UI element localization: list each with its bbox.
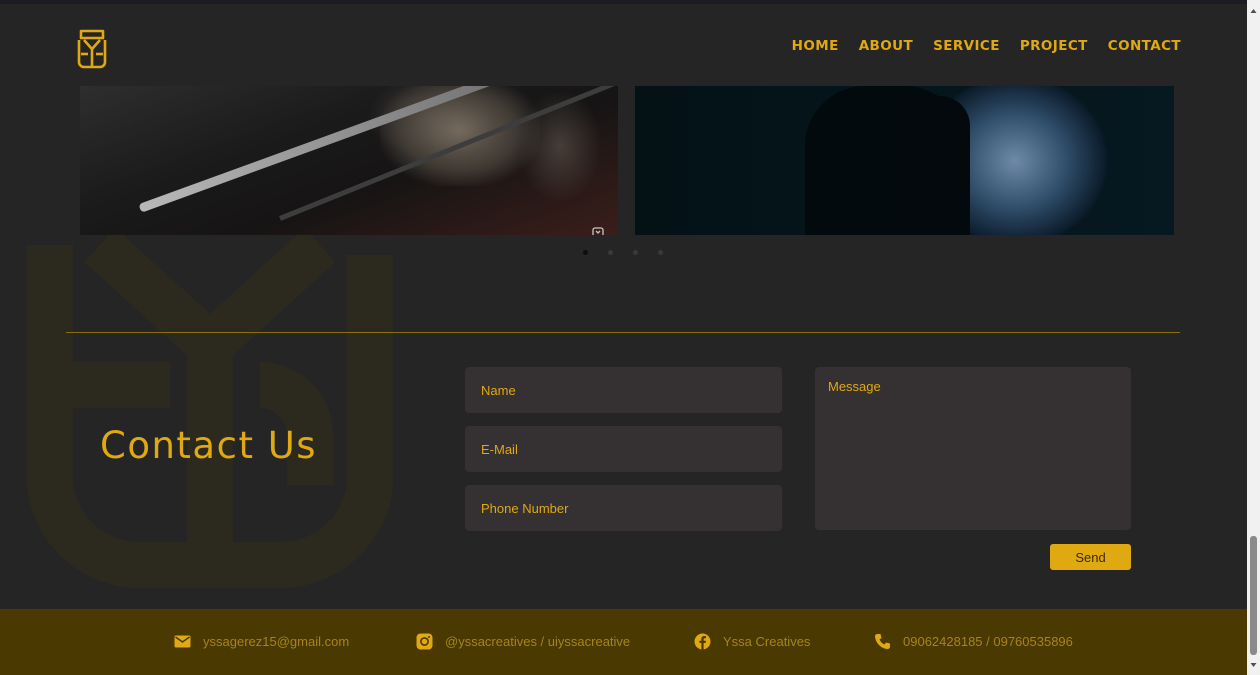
gallery-photo-staircase[interactable] <box>80 86 618 235</box>
carousel-dot-3[interactable] <box>633 250 638 255</box>
instagram-icon <box>416 633 433 650</box>
carousel-dot-1[interactable] <box>583 250 588 255</box>
section-divider <box>66 332 1180 333</box>
nav-project[interactable]: PROJECT <box>1020 38 1088 54</box>
nav-home[interactable]: HOME <box>792 38 839 54</box>
scroll-up-arrow-icon[interactable] <box>1247 4 1260 18</box>
facebook-icon <box>694 633 711 650</box>
name-field[interactable] <box>465 367 782 413</box>
carousel-dot-4[interactable] <box>658 250 663 255</box>
photo-silhouette-2 <box>900 96 970 235</box>
carousel-dots <box>583 250 663 255</box>
email-field[interactable] <box>465 426 782 472</box>
footer-email[interactable]: yssagerez15@gmail.com <box>174 633 349 650</box>
watermark-mini-logo-icon <box>592 227 604 235</box>
carousel-dot-2[interactable] <box>608 250 613 255</box>
footer-email-text: yssagerez15@gmail.com <box>203 634 350 649</box>
nav-about[interactable]: ABOUT <box>859 38 913 54</box>
footer-facebook[interactable]: Yssa Creatives <box>694 633 810 650</box>
email-icon <box>174 635 191 648</box>
main-nav: HOME ABOUT SERVICE PROJECT CONTACT <box>792 38 1181 54</box>
footer: yssagerez15@gmail.com @yssacreatives / u… <box>0 609 1247 675</box>
phone-icon <box>875 634 890 649</box>
page-scrollbar[interactable] <box>1247 0 1260 675</box>
footer-instagram-text: @yssacreatives / uiyssacreative <box>445 634 631 649</box>
footer-facebook-text: Yssa Creatives <box>723 634 811 649</box>
message-field[interactable] <box>815 367 1131 530</box>
footer-phone[interactable]: 09062428185 / 09760535896 <box>874 633 1073 650</box>
contact-title: Contact Us <box>100 424 318 467</box>
scrollbar-thumb[interactable] <box>1250 536 1257 655</box>
scroll-down-arrow-icon[interactable] <box>1247 658 1260 672</box>
footer-instagram[interactable]: @yssacreatives / uiyssacreative <box>416 633 630 650</box>
gallery-photo-moon[interactable] <box>635 86 1174 235</box>
footer-phone-text: 09062428185 / 09760535896 <box>903 634 1073 649</box>
send-button[interactable]: Send <box>1050 544 1131 570</box>
phone-field[interactable] <box>465 485 782 531</box>
logo-icon[interactable] <box>76 26 108 70</box>
nav-contact[interactable]: CONTACT <box>1108 38 1181 54</box>
nav-service[interactable]: SERVICE <box>933 38 1000 54</box>
top-strip <box>0 0 1260 4</box>
